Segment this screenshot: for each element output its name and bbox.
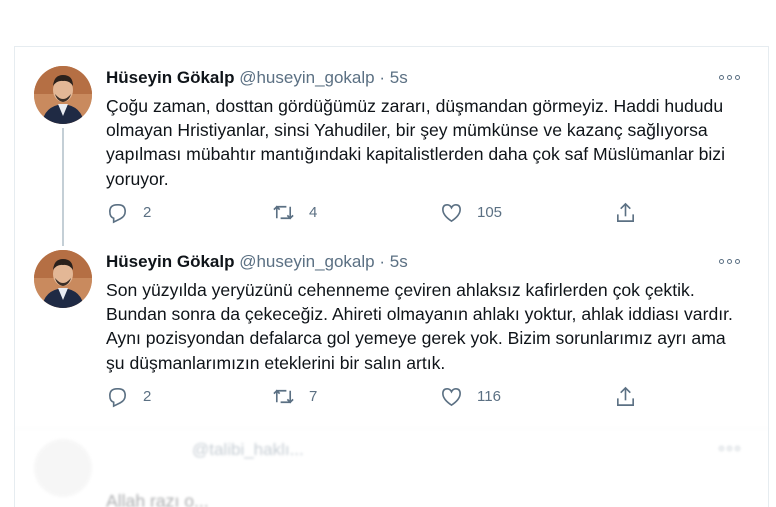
tweet-header: Hüseyin Gökalp @huseyin_gokalp · 5s <box>106 251 408 273</box>
more-icon[interactable] <box>719 441 741 455</box>
author-handle[interactable]: @huseyin_gokalp <box>239 252 374 271</box>
more-icon[interactable] <box>719 254 741 268</box>
retweet-icon <box>273 389 294 404</box>
avatar[interactable] <box>34 250 92 308</box>
retweet-count: 7 <box>309 388 318 405</box>
retweet-button[interactable]: 4 <box>272 201 317 224</box>
separator-dot: · <box>379 68 386 87</box>
heart-icon <box>442 388 461 407</box>
like-count: 116 <box>477 388 501 405</box>
author-handle[interactable]: @huseyin_gokalp <box>239 68 374 87</box>
reply-count: 2 <box>143 388 152 405</box>
timestamp[interactable]: 5s <box>390 68 408 87</box>
avatar[interactable] <box>34 66 92 124</box>
avatar-image <box>34 66 92 124</box>
share-button[interactable] <box>614 385 637 408</box>
share-icon <box>617 202 634 222</box>
avatar-image <box>34 250 92 308</box>
more-icon[interactable] <box>719 70 741 84</box>
tweet-3-faded[interactable]: @talibi_haklı... Allah razı o... <box>14 428 769 507</box>
tweet-text: Allah razı o... <box>106 491 209 507</box>
tweet-actions: 2 4 105 <box>106 201 666 225</box>
share-icon <box>617 386 634 406</box>
author-name[interactable]: Hüseyin Gökalp <box>106 68 234 87</box>
thread-line <box>62 128 64 246</box>
like-count: 105 <box>477 204 503 221</box>
reply-icon <box>109 204 126 224</box>
like-button[interactable]: 105 <box>440 201 502 224</box>
tweet-text: Çoğu zaman, dosttan gördüğümüz zararı, d… <box>106 96 726 189</box>
retweet-icon <box>273 205 294 220</box>
reply-icon <box>109 388 126 408</box>
share-button[interactable] <box>614 201 637 224</box>
author-handle[interactable]: @talibi_haklı... <box>192 440 304 459</box>
reply-button[interactable]: 2 <box>106 385 151 408</box>
author-name[interactable]: Hüseyin Gökalp <box>106 252 234 271</box>
retweet-button[interactable]: 7 <box>272 385 317 408</box>
heart-icon <box>442 204 461 223</box>
separator-dot: · <box>379 252 386 271</box>
retweet-count: 4 <box>309 204 318 221</box>
timestamp[interactable]: 5s <box>390 252 408 271</box>
like-button[interactable]: 116 <box>440 385 501 408</box>
tweet-header: @talibi_haklı... <box>192 439 304 461</box>
avatar[interactable] <box>34 439 92 497</box>
tweet-text: Son yüzyılda yeryüzünü cehenneme çeviren… <box>106 280 733 373</box>
tweet-actions: 2 7 116 <box>106 385 666 409</box>
tweet-header: Hüseyin Gökalp @huseyin_gokalp · 5s <box>106 67 408 89</box>
reply-button[interactable]: 2 <box>106 201 151 224</box>
reply-count: 2 <box>143 204 152 221</box>
